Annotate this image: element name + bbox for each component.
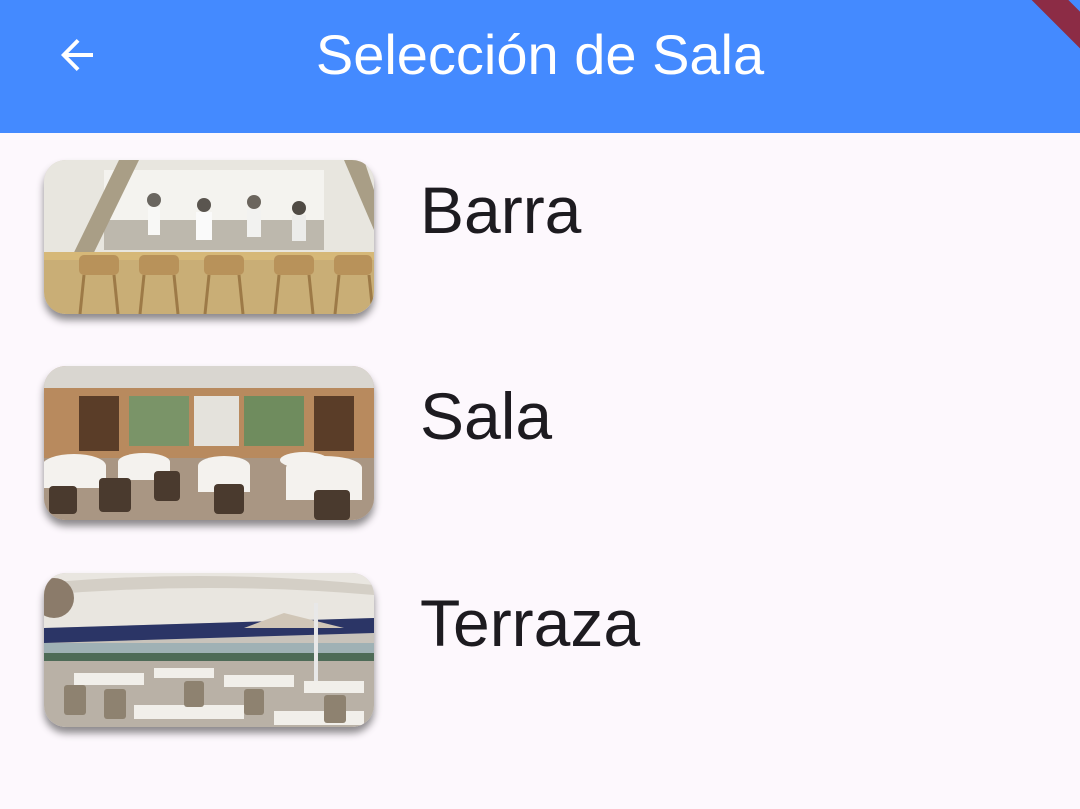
room-label: Sala xyxy=(420,379,553,453)
room-label: Terraza xyxy=(420,586,641,660)
room-item-terraza[interactable]: Terraza xyxy=(0,546,1080,727)
page-title: Selección de Sala xyxy=(315,23,765,86)
room-item-barra[interactable]: Barra xyxy=(0,133,1080,314)
app-screen: Selección de Sala Barra Sala Terraza xyxy=(0,0,1080,809)
room-item-sala[interactable]: Sala xyxy=(0,339,1080,520)
dining-room-photo xyxy=(44,366,374,520)
bar-counter-photo xyxy=(44,160,374,314)
room-label: Barra xyxy=(420,173,582,247)
app-bar: Selección de Sala xyxy=(0,0,1080,133)
terrace-photo xyxy=(44,573,374,727)
